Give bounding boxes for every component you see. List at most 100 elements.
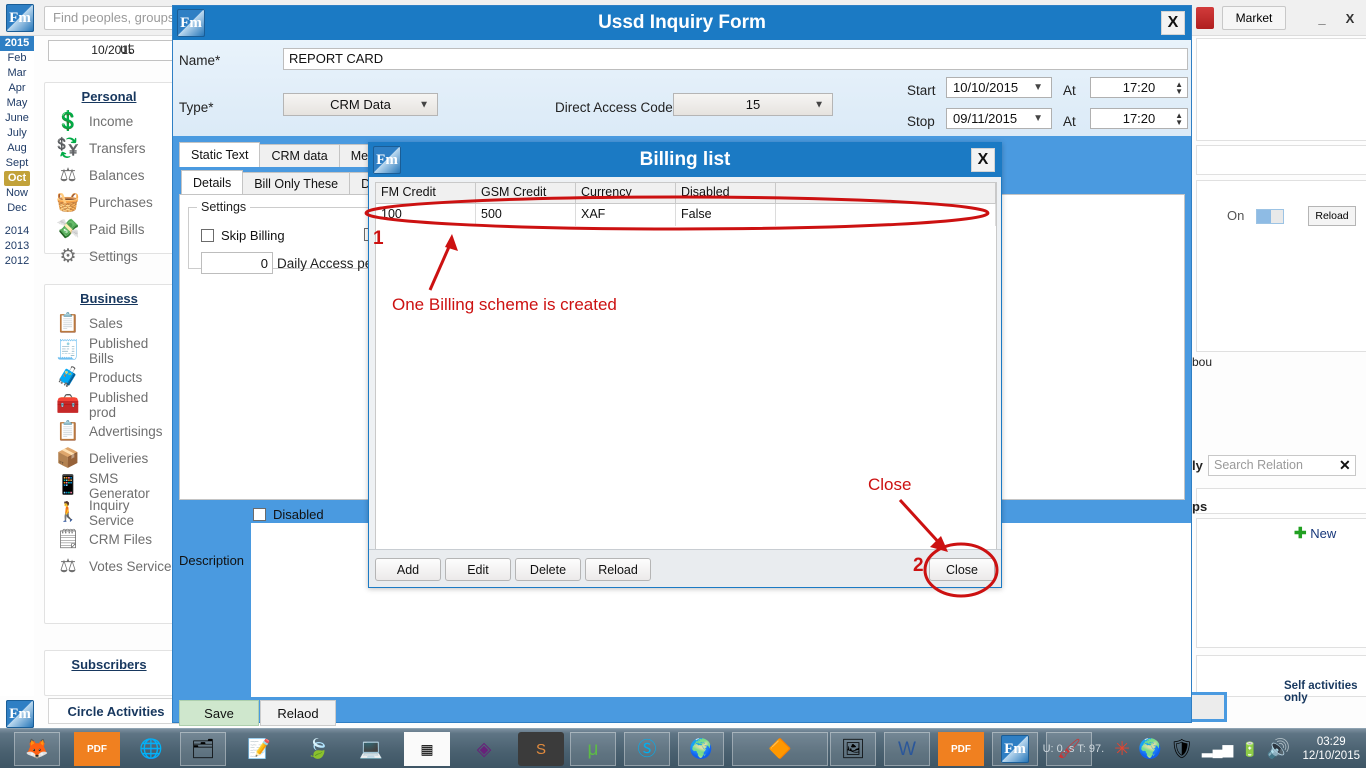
- security-shield-icon[interactable]: 🛡: [1170, 740, 1194, 759]
- battery-icon[interactable]: 🔋: [1241, 742, 1258, 756]
- tab-details[interactable]: Details: [181, 170, 244, 195]
- utorrent-icon[interactable]: μ: [570, 732, 616, 766]
- sidebar-item-advertisings[interactable]: 📋 Advertisings: [45, 418, 173, 445]
- reload-small-button[interactable]: Reload: [1308, 206, 1356, 226]
- clock[interactable]: 03:29 12/10/2015: [1302, 735, 1360, 763]
- paint-net-icon[interactable]: 🖼: [830, 732, 876, 766]
- sidebar-item-sms-generator[interactable]: 📱 SMS Generator: [45, 471, 173, 501]
- sidebar-item-settings[interactable]: ⚙ Settings: [45, 243, 173, 270]
- sidebar-item-products[interactable]: 🧳 Products: [45, 364, 173, 391]
- skype-icon[interactable]: Ⓢ: [624, 732, 670, 766]
- save-button[interactable]: Save: [179, 700, 259, 726]
- sublime-icon[interactable]: S: [518, 732, 564, 766]
- rail-month-apr[interactable]: Apr: [0, 81, 34, 96]
- delete-button[interactable]: Delete: [515, 558, 581, 581]
- sidebar-item-balances[interactable]: ⚖ Balances: [45, 162, 173, 189]
- rail-month-sept[interactable]: Sept: [0, 156, 34, 171]
- tray-app-icon[interactable]: ✳: [1114, 740, 1130, 759]
- word-icon[interactable]: W: [884, 732, 930, 766]
- rail-year-2014[interactable]: 2014: [0, 224, 34, 239]
- fm-app-icon[interactable]: Fm: [992, 732, 1038, 766]
- spinner-icon[interactable]: ▲ ▼: [1175, 111, 1183, 126]
- notepadpp-icon[interactable]: 📝: [236, 732, 282, 766]
- trash-icon[interactable]: [1196, 7, 1214, 29]
- rail-month-june[interactable]: June: [0, 111, 34, 126]
- new-button[interactable]: ✚ New: [1294, 524, 1336, 542]
- close-button[interactable]: X: [1339, 8, 1361, 28]
- sidebar-item-sales[interactable]: 📋 Sales: [45, 310, 173, 337]
- sidebar-item-inquiry-service[interactable]: 🚶 Inquiry Service: [45, 498, 173, 528]
- rail-year-2012[interactable]: 2012: [0, 254, 34, 269]
- sidebar-item-crm-files[interactable]: 🗒 CRM Files: [45, 526, 173, 553]
- minimize-button[interactable]: _: [1311, 8, 1333, 28]
- sidebar-item-transfers[interactable]: 💱 Transfers: [45, 135, 173, 162]
- tab-crm-data[interactable]: CRM data: [259, 144, 340, 167]
- reload-button[interactable]: Reload: [585, 558, 651, 581]
- add-button[interactable]: Add: [375, 558, 441, 581]
- period-date-field[interactable]: 10/2015: [48, 40, 178, 61]
- daily-access-input[interactable]: 0: [201, 252, 273, 274]
- spring-icon[interactable]: 🍃: [295, 732, 341, 766]
- visual-studio-icon[interactable]: ◈: [461, 732, 507, 766]
- type-select[interactable]: CRM Data ▼: [283, 93, 438, 116]
- firefox-icon[interactable]: 🦊: [14, 732, 60, 766]
- rail-year-2015[interactable]: 2015: [0, 36, 34, 51]
- column-header-gsm-credit[interactable]: GSM Credit: [476, 183, 576, 203]
- rail-month-oct[interactable]: Oct: [4, 171, 30, 186]
- remote-desktop-icon[interactable]: 💻: [348, 732, 394, 766]
- circle-activities-field[interactable]: Circle Activities: [48, 698, 184, 724]
- ussd-form-close-button[interactable]: X: [1161, 11, 1185, 35]
- column-header-currency[interactable]: Currency: [576, 183, 676, 203]
- rail-month-may[interactable]: May: [0, 96, 34, 111]
- table-row[interactable]: 100 500 XAF False: [376, 204, 996, 226]
- idm-tray-icon[interactable]: 🌍: [1138, 740, 1162, 759]
- stop-date-input[interactable]: 09/11/2015 ▼: [946, 108, 1052, 129]
- on-toggle[interactable]: [1256, 209, 1284, 224]
- stop-time-input[interactable]: 17:20 ▲ ▼: [1090, 108, 1188, 129]
- rail-month-july[interactable]: July: [0, 126, 34, 141]
- column-header-fm-credit[interactable]: FM Credit: [376, 183, 476, 203]
- file-explorer-icon[interactable]: 🗂: [180, 732, 226, 766]
- direct-access-code-select[interactable]: 15 ▼: [673, 93, 833, 116]
- disabled-checkbox[interactable]: Disabled: [253, 507, 324, 522]
- close-icon[interactable]: ✕: [1339, 457, 1351, 474]
- apps-grid-icon[interactable]: ▦: [404, 732, 450, 766]
- column-header-blank[interactable]: [776, 183, 996, 203]
- sidebar-item-paid-bills[interactable]: 💸 Paid Bills: [45, 216, 173, 243]
- close-button[interactable]: Close: [929, 558, 995, 581]
- market-button[interactable]: Market: [1222, 6, 1286, 30]
- rail-month-aug[interactable]: Aug: [0, 141, 34, 156]
- sidebar-item-published-products[interactable]: 🧰 Published prod: [45, 390, 173, 420]
- billing-dialog-close-icon[interactable]: X: [971, 148, 995, 172]
- description-label: Description: [179, 553, 245, 568]
- sidebar-item-deliveries[interactable]: 📦 Deliveries: [45, 445, 173, 472]
- signal-bars-icon[interactable]: ▂▄▆: [1202, 742, 1233, 756]
- stop-date-value: 09/11/2015: [953, 111, 1018, 126]
- volume-icon[interactable]: 🔊: [1267, 740, 1291, 759]
- sidebar-item-published-bills[interactable]: 🧾 Published Bills: [45, 336, 173, 366]
- sidebar-item-income[interactable]: 💲 Income: [45, 108, 173, 135]
- column-header-disabled[interactable]: Disabled: [676, 183, 776, 203]
- rail-month-dec[interactable]: Dec: [0, 201, 34, 216]
- reload-button[interactable]: Relaod: [260, 700, 336, 726]
- rail-month-mar[interactable]: Mar: [0, 66, 34, 81]
- idm-icon[interactable]: 🌍: [678, 732, 724, 766]
- start-time-input[interactable]: 17:20 ▲ ▼: [1090, 77, 1188, 98]
- chrome-icon[interactable]: 🌐: [128, 732, 174, 766]
- search-relation-input[interactable]: Search Relation: [1208, 455, 1356, 476]
- edit-button[interactable]: Edit: [445, 558, 511, 581]
- spinner-icon[interactable]: ▲ ▼: [1175, 80, 1183, 95]
- sidebar-item-purchases[interactable]: 🧺 Purchases: [45, 189, 173, 216]
- vlc-icon[interactable]: 🔶: [732, 732, 828, 766]
- sidebar-item-votes-service[interactable]: ⚖ Votes Service: [45, 553, 173, 580]
- rail-month-now[interactable]: Now: [0, 186, 34, 201]
- foxit-reader-icon[interactable]: PDF: [938, 732, 984, 766]
- foxit-pdf-icon[interactable]: PDF: [74, 732, 120, 766]
- tab-static-text[interactable]: Static Text: [179, 142, 261, 167]
- skip-billing-checkbox[interactable]: Skip Billing: [201, 228, 285, 243]
- tab-bill-only-these[interactable]: Bill Only These: [242, 172, 351, 195]
- name-input[interactable]: REPORT CARD: [283, 48, 1188, 70]
- rail-year-2013[interactable]: 2013: [0, 239, 34, 254]
- rail-month-feb[interactable]: Feb: [0, 51, 34, 66]
- start-date-input[interactable]: 10/10/2015 ▼: [946, 77, 1052, 98]
